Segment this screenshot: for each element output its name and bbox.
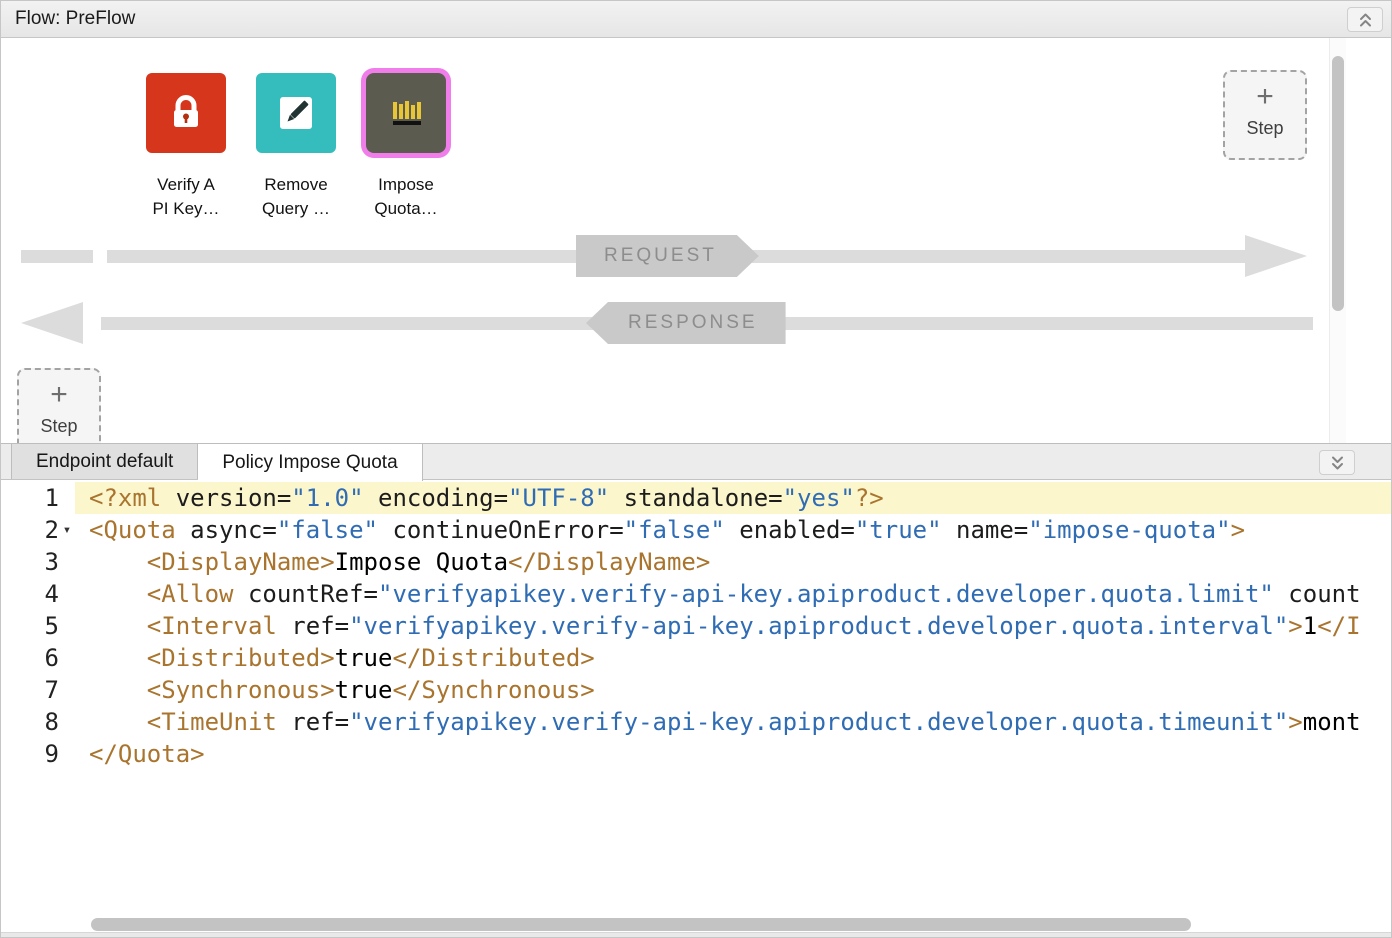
fold-spacer: [59, 738, 75, 770]
tab-policy-impose-quota[interactable]: Policy Impose Quota: [198, 444, 422, 481]
line-number: 2: [1, 514, 59, 546]
request-bar-stub: [21, 250, 93, 263]
tab-label: Policy Impose Quota: [222, 452, 397, 474]
bar-chart-icon: [366, 73, 446, 153]
fold-spacer: [59, 546, 75, 578]
fold-spacer: [59, 642, 75, 674]
tab-bar: Endpoint default Policy Impose Quota: [1, 443, 1391, 480]
fold-spacer: [59, 706, 75, 738]
policy-label: Remove Query …: [262, 173, 330, 221]
fold-spacer: [59, 578, 75, 610]
response-flow-label[interactable]: RESPONSE: [586, 302, 786, 344]
response-arrowhead-icon: [21, 302, 83, 344]
code-editor[interactable]: 1 <?xml version="1.0" encoding="UTF-8" st…: [1, 480, 1391, 938]
fold-spacer: [59, 674, 75, 706]
policy-row: Verify A PI Key… Remove Quer: [133, 73, 459, 221]
tab-label: Endpoint default: [36, 451, 173, 473]
code-lines: 1 <?xml version="1.0" encoding="UTF-8" st…: [1, 482, 1391, 770]
line-number: 4: [1, 578, 59, 610]
policy-label: Impose Quota…: [374, 173, 437, 221]
fold-spacer: [59, 482, 75, 514]
api-proxy-editor-window: Flow: PreFlow Verify A: [0, 0, 1392, 938]
editor-h-scrollbar-track: [87, 917, 1363, 932]
request-flow-label[interactable]: REQUEST: [576, 235, 759, 277]
code-text: <Distributed>true</Distributed>: [75, 642, 1391, 674]
editor-collapse-button[interactable]: [1319, 450, 1355, 475]
flow-collapse-button[interactable]: [1347, 7, 1383, 32]
code-line[interactable]: 1 <?xml version="1.0" encoding="UTF-8" st…: [1, 482, 1391, 514]
plus-icon: +: [19, 380, 99, 410]
policy-verify-api-key[interactable]: Verify A PI Key…: [133, 73, 239, 221]
policy-remove-query-param[interactable]: Remove Query …: [243, 73, 349, 221]
code-line[interactable]: 7 <Synchronous>true</Synchronous>: [1, 674, 1391, 706]
pencil-icon: [256, 73, 336, 153]
line-number: 8: [1, 706, 59, 738]
fold-arrow-icon[interactable]: ▾: [59, 514, 75, 546]
code-text: <Synchronous>true</Synchronous>: [75, 674, 1391, 706]
fold-spacer: [59, 610, 75, 642]
request-arrowhead-icon: [1245, 235, 1307, 277]
code-text: <?xml version="1.0" encoding="UTF-8" sta…: [75, 482, 1391, 514]
code-line[interactable]: 4 <Allow countRef="verifyapikey.verify-a…: [1, 578, 1391, 610]
line-number: 9: [1, 738, 59, 770]
tab-endpoint-default[interactable]: Endpoint default: [11, 444, 198, 479]
code-line[interactable]: 2▾<Quota async="false" continueOnError="…: [1, 514, 1391, 546]
flow-title: Flow: PreFlow: [15, 8, 135, 30]
line-number: 1: [1, 482, 59, 514]
code-line[interactable]: 8 <TimeUnit ref="verifyapikey.verify-api…: [1, 706, 1391, 738]
line-number: 3: [1, 546, 59, 578]
flow-scrollbar-track: [1329, 38, 1346, 443]
code-text: </Quota>: [75, 738, 1391, 770]
policy-label: Verify A PI Key…: [152, 173, 219, 221]
lock-icon: [146, 73, 226, 153]
code-line[interactable]: 3 <DisplayName>Impose Quota</DisplayName…: [1, 546, 1391, 578]
policy-impose-quota[interactable]: Impose Quota…: [353, 73, 459, 221]
add-step-button-request[interactable]: + Step: [1223, 70, 1307, 160]
code-line[interactable]: 6 <Distributed>true</Distributed>: [1, 642, 1391, 674]
double-chevron-up-icon: [1358, 13, 1373, 27]
line-number: 5: [1, 610, 59, 642]
double-chevron-down-icon: [1330, 456, 1345, 470]
line-number: 7: [1, 674, 59, 706]
code-text: <Interval ref="verifyapikey.verify-api-k…: [75, 610, 1391, 642]
code-text: <TimeUnit ref="verifyapikey.verify-api-k…: [75, 706, 1391, 738]
flow-scrollbar-thumb[interactable]: [1332, 56, 1344, 311]
step-label: Step: [1225, 118, 1305, 151]
flow-panel-header: Flow: PreFlow: [1, 1, 1391, 38]
code-text: <Allow countRef="verifyapikey.verify-api…: [75, 578, 1391, 610]
code-text: <DisplayName>Impose Quota</DisplayName>: [75, 546, 1391, 578]
plus-icon: +: [1225, 82, 1305, 112]
line-number: 6: [1, 642, 59, 674]
code-line[interactable]: 5 <Interval ref="verifyapikey.verify-api…: [1, 610, 1391, 642]
window-bottom-edge: [1, 932, 1391, 937]
add-step-button-response[interactable]: + Step: [17, 368, 101, 443]
code-text: <Quota async="false" continueOnError="fa…: [75, 514, 1391, 546]
editor-h-scrollbar-thumb[interactable]: [91, 918, 1191, 931]
flow-canvas: Verify A PI Key… Remove Quer: [1, 38, 1391, 443]
step-label: Step: [19, 416, 99, 443]
code-line[interactable]: 9 </Quota>: [1, 738, 1391, 770]
